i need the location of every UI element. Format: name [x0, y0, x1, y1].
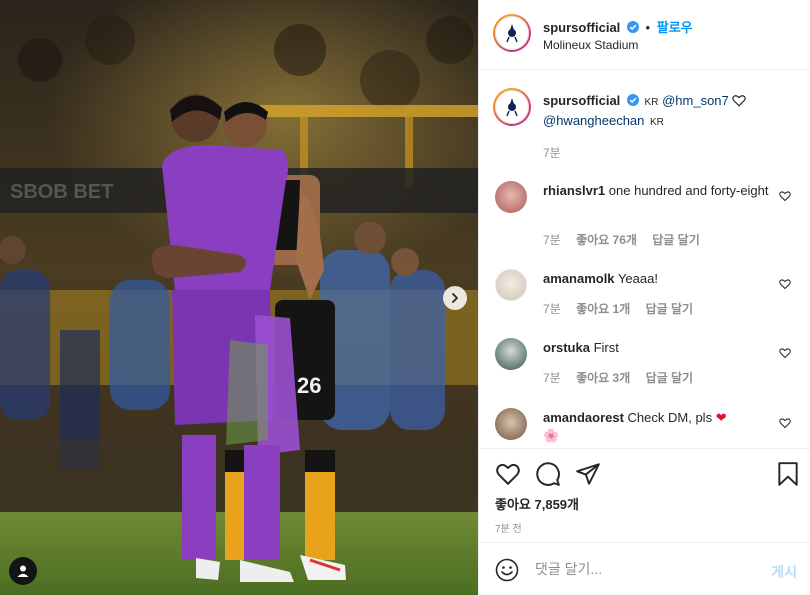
- kr-flag-tag: KR: [650, 117, 664, 128]
- heart-emoji-icon: [732, 95, 747, 107]
- instagram-post-modal: SBOB BET 26 spursofficial • 팔로우 Molineux…: [0, 0, 810, 595]
- comment-time[interactable]: 7분: [543, 371, 561, 385]
- reply-button[interactable]: 답글 달기: [646, 371, 694, 385]
- post-side-panel: spursofficial • 팔로우 Molineux Stadium spu…: [478, 0, 810, 595]
- caption-avatar[interactable]: [493, 88, 531, 126]
- comment-meta: 7분 좋아요 76개 답글 달기: [543, 231, 712, 248]
- next-photo-button[interactable]: [443, 286, 467, 310]
- comments-list[interactable]: spursofficial KR @hm_son7 @hwangheechan …: [479, 70, 810, 448]
- post-photo[interactable]: SBOB BET 26: [0, 0, 478, 595]
- chevron-right-icon: [452, 293, 458, 303]
- commenter-avatar[interactable]: [495, 181, 527, 213]
- comment-text: Check DM, pls: [627, 410, 713, 425]
- follow-button[interactable]: 팔로우: [657, 20, 693, 35]
- commenter-avatar[interactable]: [495, 338, 527, 370]
- svg-text:SBOB BET: SBOB BET: [10, 181, 113, 203]
- heart-icon[interactable]: [495, 461, 521, 487]
- comment-text: Yeaaa!: [617, 271, 658, 286]
- comment-username[interactable]: rhianslvr1: [543, 183, 605, 198]
- user-tag-icon: [17, 565, 29, 577]
- mention-hm-son7[interactable]: @hm_son7: [662, 93, 729, 108]
- commenter-avatar[interactable]: [495, 269, 527, 301]
- author-avatar[interactable]: [493, 14, 531, 52]
- commenter-avatar[interactable]: [495, 408, 527, 440]
- reply-button[interactable]: 답글 달기: [646, 302, 694, 316]
- verified-icon: [626, 21, 639, 33]
- comment-time[interactable]: 7분: [543, 233, 561, 247]
- verified-icon: [626, 94, 639, 106]
- comment-meta: 7분 좋아요 1개 답글 달기: [543, 300, 705, 317]
- author-username[interactable]: spursofficial: [543, 20, 620, 35]
- header-dot: •: [645, 20, 651, 35]
- jersey-number: 26: [297, 373, 321, 398]
- caption: spursofficial KR @hm_son7 @hwangheechan …: [493, 88, 795, 168]
- heart-icon[interactable]: [779, 278, 791, 290]
- comment-likes[interactable]: 좋아요 76개: [576, 233, 637, 247]
- post-comment-button[interactable]: 게시: [771, 562, 797, 582]
- add-comment-bar: 게시: [479, 542, 810, 595]
- comment-time[interactable]: 7분: [543, 302, 561, 316]
- comment-username[interactable]: amandaorest: [543, 410, 624, 425]
- comment-item: amandaorest Check DM, pls ❤ 🌸: [495, 408, 795, 448]
- bookmark-icon[interactable]: [775, 461, 801, 487]
- heart-icon[interactable]: [779, 417, 791, 429]
- spurs-logo-icon: [495, 90, 529, 124]
- mention-hwangheechan[interactable]: @hwangheechan: [543, 113, 644, 128]
- comment-username[interactable]: amanamolk: [543, 271, 615, 286]
- kr-flag-tag: KR: [644, 97, 659, 108]
- caption-time[interactable]: 7분: [543, 146, 561, 160]
- emoji-icon[interactable]: [495, 558, 519, 582]
- comment-text: First: [593, 340, 619, 355]
- post-timestamp[interactable]: 7분 전: [495, 520, 522, 535]
- comment-item: orstuka First 7분 좋아요 3개 답글 달기: [495, 338, 795, 388]
- comment-likes[interactable]: 좋아요 1개: [576, 302, 630, 316]
- comment-meta: 7분 좋아요 3개 답글 달기: [543, 369, 705, 386]
- heart-icon[interactable]: [779, 190, 791, 202]
- red-heart-emoji: ❤: [715, 410, 727, 425]
- comment-icon[interactable]: [535, 461, 561, 487]
- blossom-emoji: 🌸: [543, 428, 560, 443]
- likes-count[interactable]: 좋아요 7,859개: [495, 494, 579, 513]
- caption-meta: 7분: [543, 144, 573, 161]
- post-location[interactable]: Molineux Stadium: [543, 38, 638, 52]
- comment-input[interactable]: [535, 557, 755, 581]
- user-tags-button[interactable]: [9, 557, 37, 585]
- post-header: spursofficial • 팔로우 Molineux Stadium: [479, 0, 810, 70]
- heart-icon[interactable]: [779, 347, 791, 359]
- comment-item: rhianslvr1 one hundred and forty-eight 7…: [495, 181, 795, 251]
- comment-username[interactable]: orstuka: [543, 340, 590, 355]
- post-actions: 좋아요 7,859개 7분 전: [479, 448, 810, 542]
- comment-item: amanamolk Yeaaa! 7분 좋아요 1개 답글 달기: [495, 269, 795, 319]
- share-icon[interactable]: [575, 461, 601, 487]
- comment-likes[interactable]: 좋아요 3개: [576, 371, 630, 385]
- spurs-logo-icon: [495, 16, 529, 50]
- stadium-photo-illustration: SBOB BET 26: [0, 0, 478, 595]
- caption-username[interactable]: spursofficial: [543, 93, 620, 108]
- reply-button[interactable]: 답글 달기: [652, 233, 700, 247]
- comment-text: one hundred and forty-eight: [608, 183, 769, 198]
